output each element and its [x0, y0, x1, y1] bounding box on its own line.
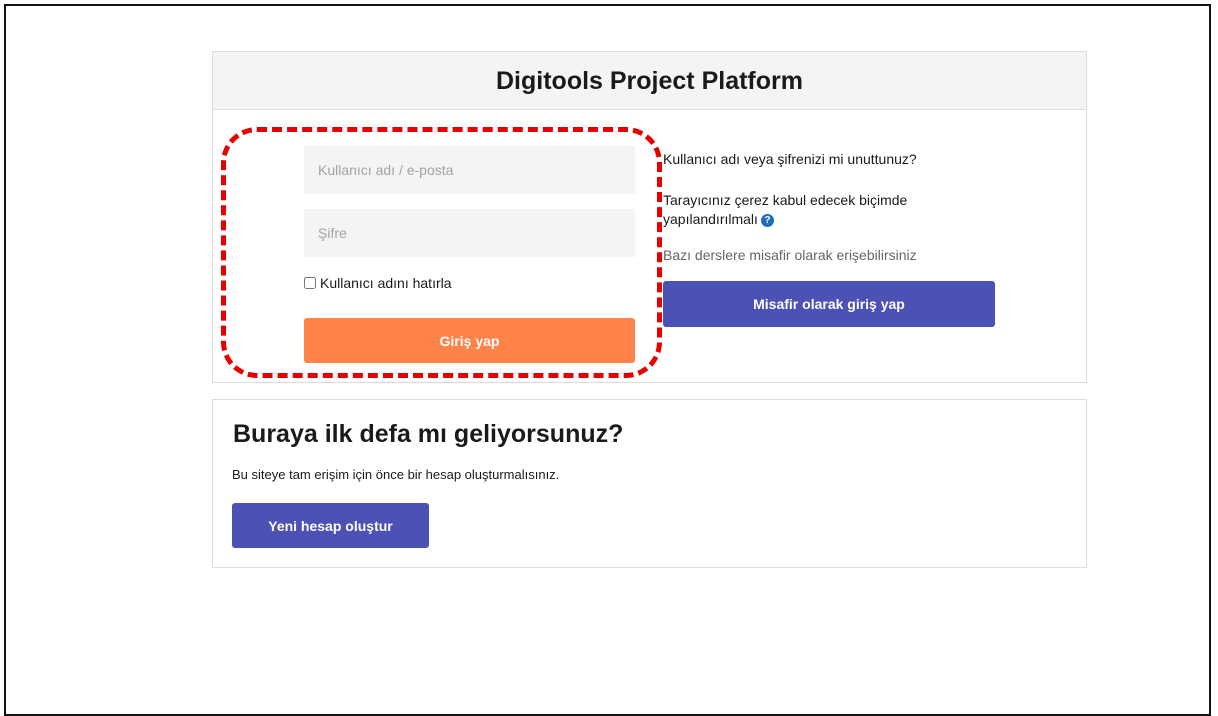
login-button[interactable]: Giriş yap [304, 318, 635, 363]
guest-access-notice: Bazı derslere misafir olarak erişebilirs… [663, 247, 917, 263]
signup-title: Buraya ilk defa mı geliyorsunuz? [233, 420, 624, 448]
remember-username[interactable]: Kullanıcı adını hatırla [304, 275, 452, 291]
cookie-notice: Tarayıcınız çerez kabul edecek biçimde y… [663, 191, 963, 229]
signup-description: Bu siteye tam erişim için önce bir hesap… [232, 467, 560, 482]
create-account-button[interactable]: Yeni hesap oluştur [232, 503, 429, 548]
forgot-password-link[interactable]: Kullanıcı adı veya şifrenizi mi unuttunu… [663, 150, 917, 169]
cookie-notice-text: Tarayıcınız çerez kabul edecek biçimde y… [663, 192, 908, 227]
guest-login-button[interactable]: Misafir olarak giriş yap [663, 281, 995, 327]
remember-username-checkbox[interactable] [304, 277, 316, 289]
remember-username-label: Kullanıcı adını hatırla [320, 275, 452, 291]
username-input[interactable] [304, 146, 635, 194]
site-title: Digitools Project Platform [213, 52, 1086, 110]
password-input[interactable] [304, 209, 635, 257]
question-circle-icon[interactable]: ? [760, 213, 774, 227]
